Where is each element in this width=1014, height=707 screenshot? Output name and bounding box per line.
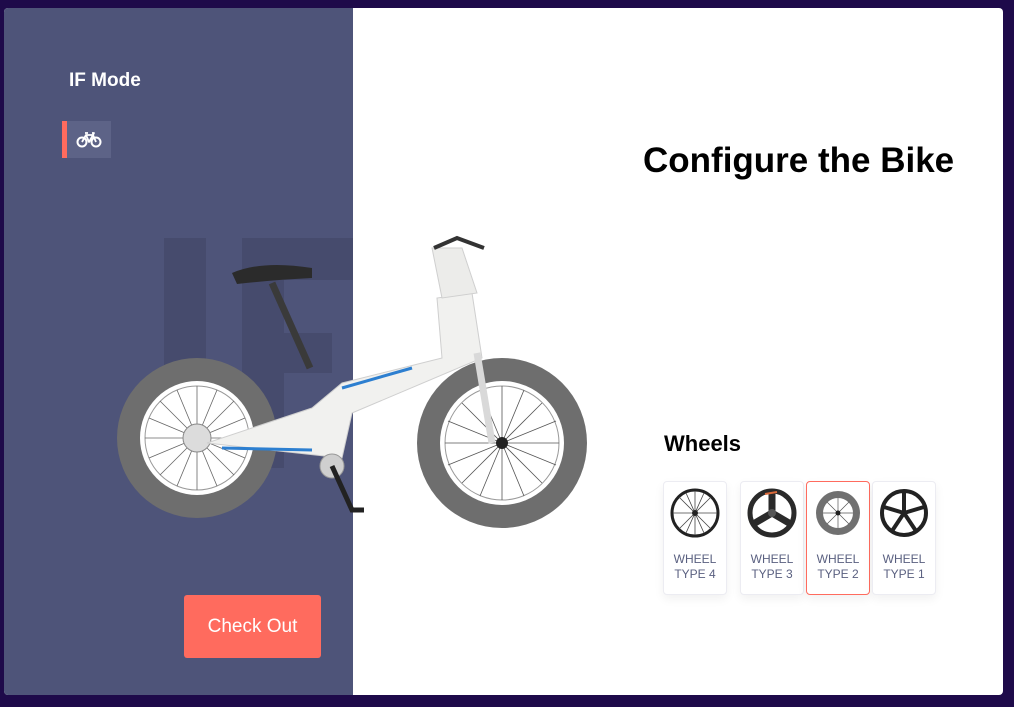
wheel-label-line1: WHEEL xyxy=(750,552,794,566)
page-title: Configure the Bike xyxy=(643,141,955,180)
wheel-label-line2: TYPE 1 xyxy=(883,567,925,581)
wheel-option-type-2[interactable]: WHEEL TYPE 2 xyxy=(806,481,870,595)
wheel-label-line1: WHEEL xyxy=(882,552,926,566)
checkout-button[interactable]: Check Out xyxy=(184,595,321,658)
wheel-option-type-3[interactable]: WHEEL TYPE 3 xyxy=(740,481,804,595)
bicycle-icon xyxy=(76,131,102,147)
wheel-option-type-1[interactable]: WHEEL TYPE 1 xyxy=(872,481,936,595)
wheel-label-line2: TYPE 3 xyxy=(751,567,793,581)
wheel-label-line2: TYPE 4 xyxy=(674,567,716,581)
wheel-label-line1: WHEEL xyxy=(816,552,860,566)
wheels-section-title: Wheels xyxy=(664,431,742,456)
wheel-option-type-4[interactable]: WHEEL TYPE 4 xyxy=(663,481,727,595)
bike-image xyxy=(117,235,587,528)
mode-tab-bicycle[interactable] xyxy=(62,121,111,158)
deep-rim-wheel-icon xyxy=(816,491,860,535)
five-spoke-wheel-icon xyxy=(880,489,928,537)
mode-title: IF Mode xyxy=(69,70,141,91)
spoked-wheel-icon xyxy=(670,488,720,538)
wheel-label-line1: WHEEL xyxy=(673,552,717,566)
wheel-label-line2: TYPE 2 xyxy=(817,567,859,581)
app-frame: IF Mode Check Out Configure the Bike Whe… xyxy=(4,8,1003,695)
tri-spoke-wheel-icon xyxy=(747,488,797,538)
